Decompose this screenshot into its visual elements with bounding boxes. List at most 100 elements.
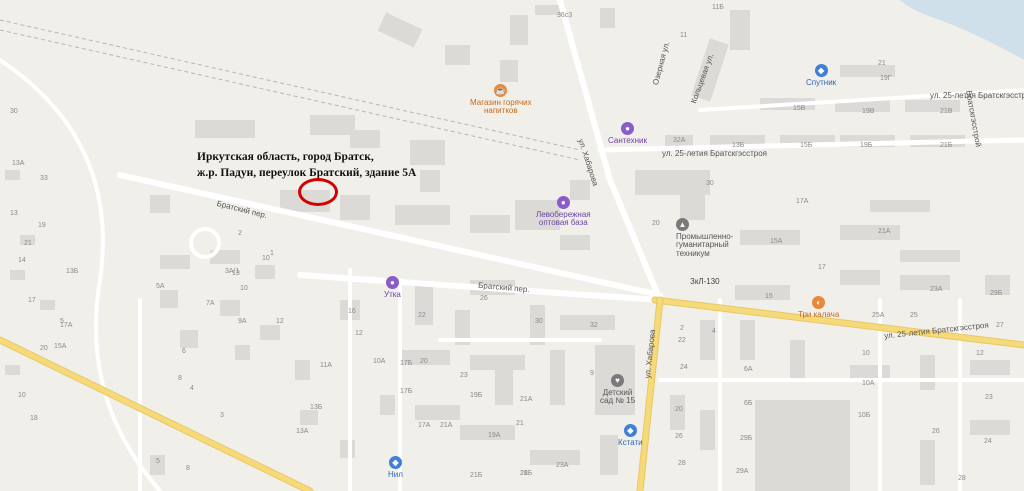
- poi-levoberezhnaya-base[interactable]: ● Левобережная оптовая база: [536, 196, 591, 228]
- house-number: 29А: [736, 468, 749, 475]
- building: [840, 225, 900, 240]
- building: [415, 285, 433, 325]
- building: [470, 215, 510, 233]
- house-number: 15А: [54, 343, 67, 350]
- building: [180, 330, 198, 348]
- building: [790, 340, 805, 380]
- building: [700, 320, 715, 360]
- building: [495, 370, 513, 405]
- poi-label: Сантехник: [608, 136, 647, 145]
- school-icon: ▲: [676, 218, 689, 231]
- house-number: 15В: [793, 105, 806, 112]
- poi-kstati[interactable]: ◆ Кстати: [618, 424, 643, 447]
- house-number: 13Б: [732, 142, 745, 149]
- location-marker-circle: [298, 178, 338, 206]
- house-number: 9: [590, 370, 594, 377]
- house-number: 26: [675, 433, 683, 440]
- building: [470, 355, 525, 370]
- building: [600, 435, 618, 475]
- building: [380, 395, 395, 415]
- house-number: 25А: [872, 312, 885, 319]
- house-number: 21: [878, 60, 886, 67]
- building: [300, 410, 318, 425]
- house-number: 19А: [488, 432, 501, 439]
- building: [740, 320, 755, 360]
- house-number: 22: [678, 337, 686, 344]
- map-view[interactable]: ул. 25-летия Братскгэсстроя ул. 25-летия…: [0, 0, 1024, 491]
- street-label: ул. 25-летия Братскгэсстроя: [662, 149, 767, 158]
- building: [920, 440, 935, 485]
- building: [920, 355, 935, 390]
- house-number: 26: [480, 295, 488, 302]
- house-number: 28: [678, 460, 686, 467]
- poi-label: Три калача: [798, 310, 840, 319]
- building: [970, 360, 1010, 375]
- building: [310, 115, 355, 135]
- poi-sputnik[interactable]: ◆ Спутник: [806, 64, 836, 87]
- house-number: 11А: [320, 362, 332, 369]
- building: [970, 420, 1010, 435]
- building: [340, 440, 355, 458]
- house-number: 13А: [296, 428, 309, 435]
- house-number: 10А: [862, 380, 875, 387]
- house-number: 8: [186, 465, 190, 472]
- house-number: 20: [675, 406, 683, 413]
- kindergarten-icon: ♥: [611, 374, 625, 387]
- building: [220, 300, 240, 316]
- poi-kindergarten-15[interactable]: ♥ Детский сад № 15: [600, 374, 635, 406]
- poi-label: Промышленно-гуманитарный техникум: [676, 232, 734, 258]
- house-number: 5: [60, 318, 64, 325]
- building: [870, 200, 930, 212]
- building: [840, 270, 880, 285]
- cup-icon: ☕: [494, 84, 508, 97]
- house-number: 28: [958, 475, 966, 482]
- poi-label: Нил: [388, 470, 403, 479]
- house-number: 14: [18, 257, 26, 264]
- house-number: 36с3: [557, 12, 573, 19]
- house-number: 20: [40, 345, 48, 352]
- house-number: 21Б: [940, 142, 953, 149]
- poi-label: Левобережная оптовая база: [536, 210, 591, 228]
- house-number: 21: [24, 240, 32, 247]
- building: [40, 300, 55, 310]
- house-number: 10А: [373, 358, 386, 365]
- shop-icon: ●: [620, 122, 634, 135]
- house-number: 9А: [238, 318, 247, 325]
- building: [730, 10, 750, 50]
- house-number: 10: [862, 350, 870, 357]
- building: [755, 400, 850, 491]
- address-line-2: ж.р. Падун, переулок Братский, здание 5А: [197, 166, 417, 179]
- building: [850, 365, 890, 380]
- house-number: 30: [706, 180, 714, 187]
- poi-nil[interactable]: ◆ Нил: [388, 456, 403, 479]
- building: [900, 275, 950, 290]
- house-number: 18: [30, 415, 38, 422]
- address-line-1: Иркутская область, город Братск,: [197, 151, 374, 163]
- house-number: 19Г: [880, 75, 892, 82]
- poi-hot-drinks-shop[interactable]: ☕ Магазин горячих напитков: [470, 84, 532, 116]
- house-number: 17А: [418, 422, 431, 429]
- map-canvas[interactable]: [0, 0, 1024, 491]
- poi-utka[interactable]: ● Утка: [384, 276, 401, 299]
- house-number: 5: [156, 458, 160, 465]
- bus-stop-label[interactable]: ЗкЛ-130: [690, 278, 720, 286]
- house-number: 20: [652, 220, 660, 227]
- poi-tri-kalacha[interactable]: ◐ Три калача: [798, 296, 839, 319]
- house-number: 13А: [12, 160, 25, 167]
- house-number: 6: [182, 348, 186, 355]
- house-number: 12: [355, 330, 363, 337]
- building: [560, 315, 615, 330]
- shop-icon: ●: [556, 196, 570, 209]
- house-number: 12: [976, 350, 984, 357]
- building: [680, 195, 705, 220]
- building: [415, 405, 460, 420]
- house-number: 10Б: [858, 412, 871, 419]
- building: [735, 285, 790, 300]
- poi-tekhnikum[interactable]: ▲ Промышленно-гуманитарный техникум: [676, 218, 733, 258]
- house-number: 15Б: [800, 142, 813, 149]
- building: [600, 8, 615, 28]
- house-number: 10: [18, 392, 26, 399]
- poi-santekhnik[interactable]: ● Сантехник: [608, 122, 647, 145]
- house-number: 4: [712, 328, 716, 335]
- building: [235, 345, 250, 360]
